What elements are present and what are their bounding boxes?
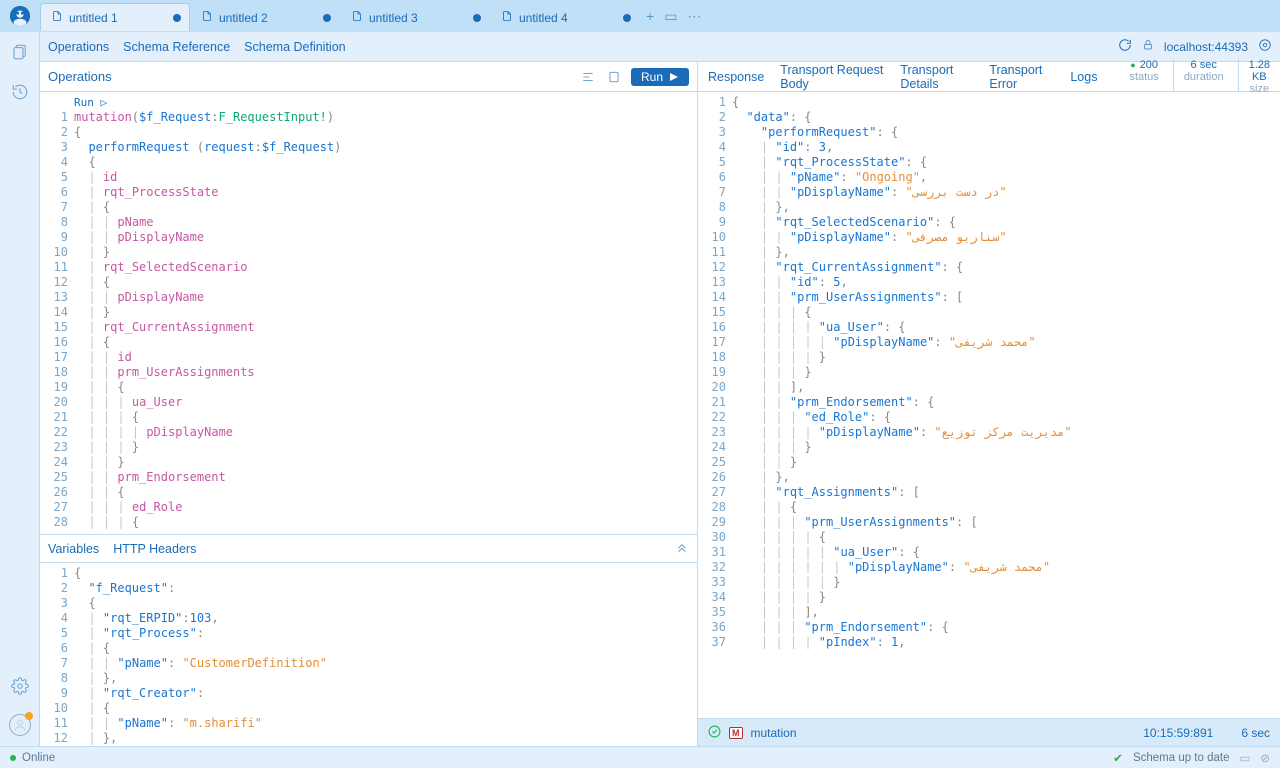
schema-ok-icon: ✔ (1113, 751, 1123, 765)
document-tab[interactable]: untitled 4 (490, 3, 640, 31)
reload-icon[interactable] (1118, 38, 1132, 55)
footer-icon-2[interactable]: ⊘ (1260, 751, 1270, 765)
tab-variables[interactable]: Variables (48, 542, 99, 556)
footer-icon-1[interactable]: ▭ (1239, 751, 1250, 765)
operations-title: Operations (48, 69, 575, 84)
unsaved-dot-icon (473, 14, 481, 22)
schema-nav-item[interactable]: Operations (48, 40, 109, 54)
success-icon (708, 725, 721, 741)
sidebar (0, 32, 40, 746)
tab-transport-error[interactable]: Transport Error (989, 63, 1054, 91)
history-entry[interactable]: M mutation 10:15:59:891 6 sec (698, 718, 1280, 746)
status-value: 200 (1140, 59, 1158, 71)
lock-icon (1142, 39, 1154, 54)
file-icon (501, 10, 513, 25)
file-icon (51, 10, 63, 25)
online-dot-icon (10, 755, 16, 761)
history-icon[interactable] (8, 80, 32, 104)
schema-bar: Operations Schema Reference Schema Definit… (40, 32, 1280, 62)
endpoint-url[interactable]: localhost:44393 (1164, 40, 1248, 54)
tab-transport-body[interactable]: Transport Request Body (780, 63, 884, 91)
account-avatar[interactable] (9, 714, 31, 736)
unsaved-dot-icon (623, 14, 631, 22)
unsaved-dot-icon (173, 14, 181, 22)
app-logo-icon (0, 0, 40, 32)
collapse-variables-icon[interactable] (675, 540, 689, 557)
status-bar: Online ✔ Schema up to date ▭ ⊘ (0, 746, 1280, 768)
status-label: status (1129, 71, 1158, 83)
files-icon[interactable] (8, 40, 32, 64)
tab-response[interactable]: Response (708, 70, 764, 84)
file-icon (201, 10, 213, 25)
tab-bar: untitled 1 untitled 2 untitled 3 untitled 4… (0, 0, 1280, 32)
document-tab[interactable]: untitled 2 (190, 3, 340, 31)
tab-list-icon[interactable]: ▭ (664, 8, 677, 25)
schema-status: Schema up to date (1133, 752, 1230, 764)
schema-nav-item[interactable]: Schema Reference (123, 40, 230, 54)
history-time: 10:15:59:891 (1143, 726, 1213, 740)
duration-label: duration (1184, 71, 1224, 83)
unsaved-dot-icon (323, 14, 331, 22)
response-stats: ●200status 6 secduration 1.28 KBsize (1129, 59, 1270, 95)
tab-label: untitled 4 (519, 11, 568, 25)
prettify-icon[interactable] (577, 66, 599, 88)
document-tab[interactable]: untitled 3 (340, 3, 490, 31)
run-button[interactable]: Run (631, 68, 689, 86)
tab-label: untitled 3 (369, 11, 418, 25)
mutation-badge-icon: M (729, 727, 743, 739)
settings-icon[interactable] (8, 674, 32, 698)
schema-nav-item[interactable]: Schema Definition (244, 40, 345, 54)
tab-http-headers[interactable]: HTTP Headers (113, 542, 196, 556)
notification-dot-icon (25, 712, 33, 720)
history-duration: 6 sec (1241, 726, 1270, 740)
tab-logs[interactable]: Logs (1070, 70, 1097, 84)
size-value: 1.28 KB (1249, 59, 1270, 83)
export-icon[interactable] (603, 66, 625, 88)
history-label: mutation (751, 726, 797, 740)
endpoint-settings-icon[interactable] (1258, 38, 1272, 55)
new-tab-button[interactable]: + (646, 8, 654, 24)
operations-editor[interactable]: 1234567891011121314151617181920212223242… (40, 92, 697, 534)
response-viewer[interactable]: 1234567891011121314151617181920212223242… (698, 92, 1280, 718)
variables-editor[interactable]: 123456789101112 { "f_Request": { | "rqt_… (40, 563, 697, 746)
tab-label: untitled 1 (69, 11, 118, 25)
tab-label: untitled 2 (219, 11, 268, 25)
file-icon (351, 10, 363, 25)
tab-more-icon[interactable]: ⋯ (687, 8, 701, 25)
document-tab[interactable]: untitled 1 (40, 3, 190, 31)
online-label: Online (22, 752, 55, 764)
run-button-label: Run (641, 70, 663, 84)
duration-value: 6 sec (1184, 59, 1224, 71)
tab-transport-details[interactable]: Transport Details (900, 63, 973, 91)
